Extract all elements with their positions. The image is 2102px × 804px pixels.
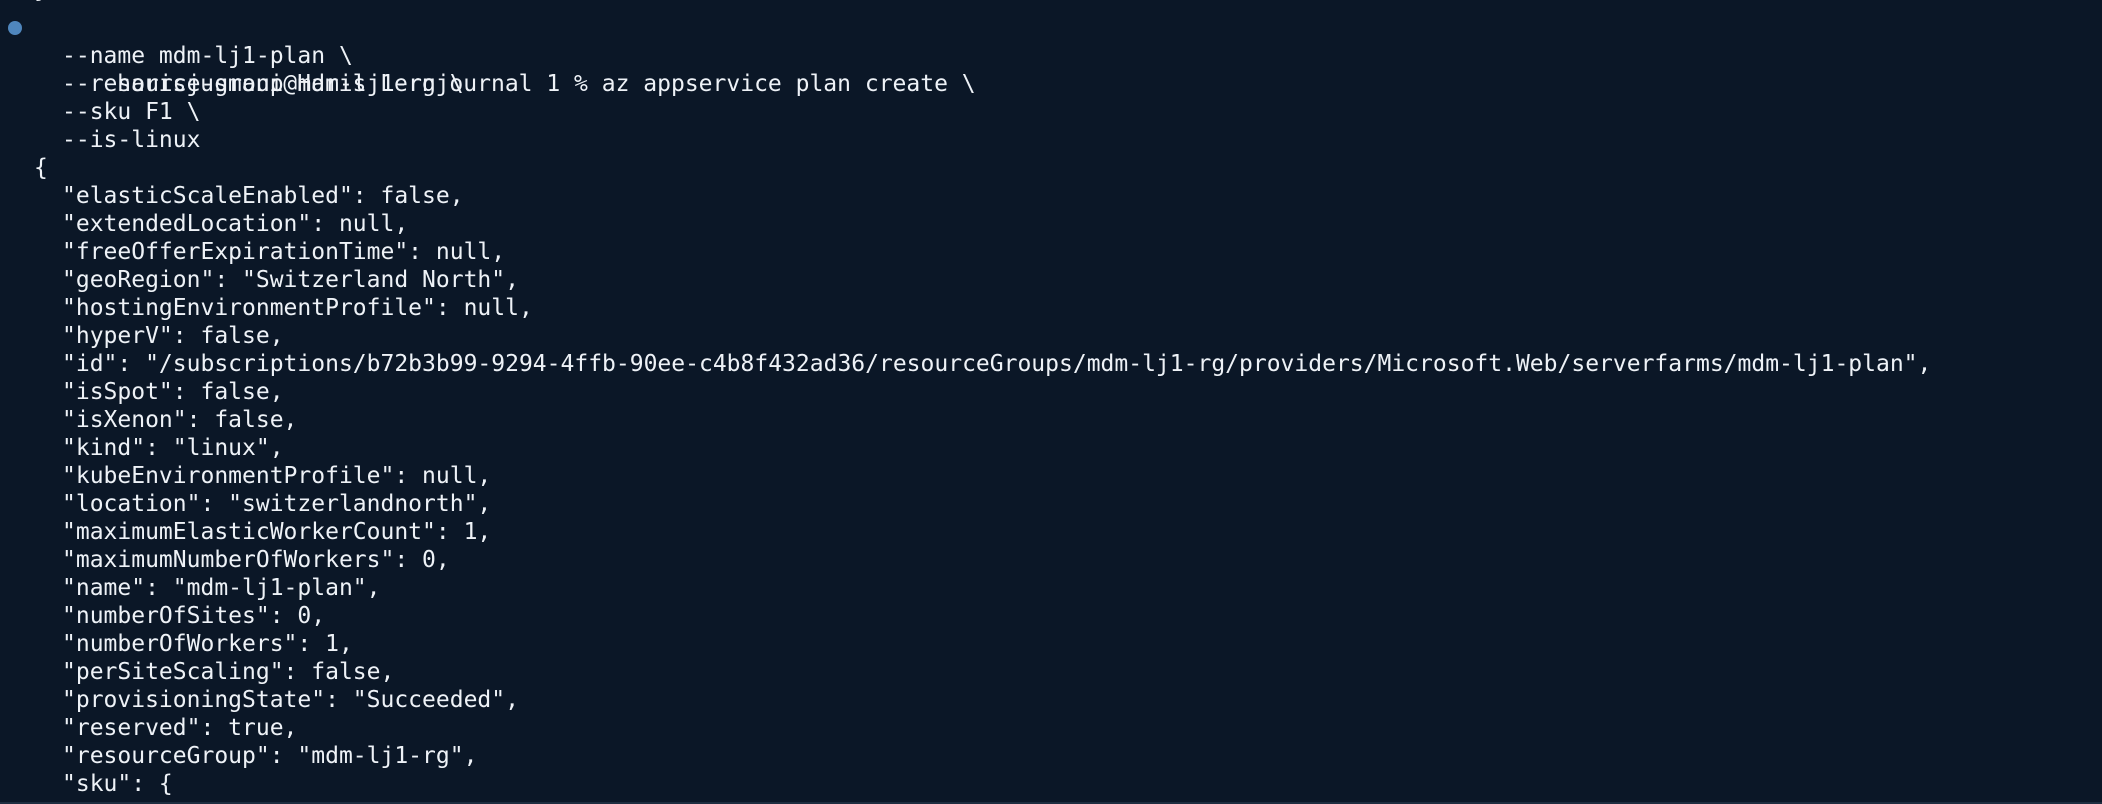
json-property-line: "hostingEnvironmentProfile": null, bbox=[62, 295, 533, 321]
json-property-line: "perSiteScaling": false, bbox=[62, 659, 395, 685]
json-property-line: "maximumNumberOfWorkers": 0, bbox=[62, 547, 450, 573]
json-property-line: "numberOfSites": 0, bbox=[62, 603, 326, 629]
json-property-line: "isSpot": false, bbox=[62, 379, 284, 405]
command-argument-line: --sku F1 \ bbox=[62, 99, 201, 125]
json-property-line: "kubeEnvironmentProfile": null, bbox=[62, 463, 492, 489]
json-property-line: "geoRegion": "Switzerland North", bbox=[62, 267, 519, 293]
json-property-line: "freeOfferExpirationTime": null, bbox=[62, 239, 506, 265]
json-output: "elasticScaleEnabled": false, "extendedLo… bbox=[0, 182, 2102, 798]
partial-previous-output: } bbox=[0, 0, 2102, 4]
json-property-line: "id": "/subscriptions/b72b3b99-9294-4ffb… bbox=[62, 351, 1932, 377]
json-property-line: "reserved": true, bbox=[62, 715, 298, 741]
command-argument-line: --resource-group mdm-lj1-rg \ bbox=[62, 71, 464, 97]
json-property-line: "name": "mdm-lj1-plan", bbox=[62, 575, 381, 601]
json-property-line: "hyperV": false, bbox=[62, 323, 284, 349]
json-property-line: "isXenon": false, bbox=[62, 407, 298, 433]
json-open-brace: { bbox=[34, 155, 48, 181]
terminal-window[interactable]: } harisjusmani@Haris Lernjournal 1 % az … bbox=[0, 0, 2102, 804]
command-argument-line: --is-linux bbox=[62, 127, 201, 153]
terminal-output: harisjusmani@Haris Lernjournal 1 % az ap… bbox=[0, 14, 2102, 798]
command-arguments: --name mdm-lj1-plan \ --resource-group md… bbox=[0, 42, 2102, 154]
command-argument-line: --name mdm-lj1-plan \ bbox=[62, 43, 353, 69]
json-property-line: "resourceGroup": "mdm-lj1-rg", bbox=[62, 743, 478, 769]
json-property-line: "numberOfWorkers": 1, bbox=[62, 631, 353, 657]
command-status-dot-icon bbox=[8, 21, 22, 35]
json-property-line: "sku": { bbox=[62, 771, 173, 797]
json-property-line: "location": "switzerlandnorth", bbox=[62, 491, 492, 517]
json-property-line: "elasticScaleEnabled": false, bbox=[62, 183, 464, 209]
json-property-line: "maximumElasticWorkerCount": 1, bbox=[62, 519, 492, 545]
json-property-line: "provisioningState": "Succeeded", bbox=[62, 687, 519, 713]
json-property-line: "kind": "linux", bbox=[62, 435, 284, 461]
json-property-line: "extendedLocation": null, bbox=[62, 211, 409, 237]
command-prompt-line[interactable]: harisjusmani@Haris Lernjournal 1 % az ap… bbox=[0, 14, 2102, 97]
